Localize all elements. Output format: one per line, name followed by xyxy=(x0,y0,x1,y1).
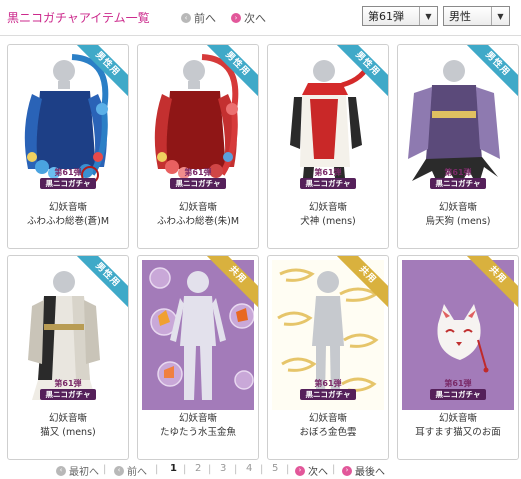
series-logo-line1: 第61弾 xyxy=(54,379,82,388)
page-number: 2 xyxy=(195,463,202,474)
pagination-separator: | xyxy=(208,464,212,475)
pagination-separator: | xyxy=(286,464,290,475)
item-series-name: 幻妖音噺 xyxy=(308,202,347,213)
chevron-right-icon: › xyxy=(295,465,305,476)
series-logo: 第61弾 黒ニコガチャ xyxy=(430,378,486,400)
series-logo-line1: 第61弾 xyxy=(444,379,472,388)
pagination-separator: | xyxy=(103,464,107,475)
header-next-link[interactable]: › 次へ xyxy=(231,10,266,26)
item-caption: 幻妖音噺 ふわふわ総巻(蒼)M xyxy=(8,201,128,229)
item-series-name: 幻妖音噺 xyxy=(178,413,217,424)
item-series-name: 幻妖音噺 xyxy=(308,413,347,424)
item-name: 猫又 (mens) xyxy=(40,427,96,438)
page-number: 5 xyxy=(272,463,279,474)
item-series-name: 幻妖音噺 xyxy=(48,413,87,424)
pagination-separator: | xyxy=(183,464,187,475)
page-title: 黒ニコガチャアイテム一覧 xyxy=(7,11,150,25)
chevron-down-icon: ▼ xyxy=(491,7,509,25)
header-divider xyxy=(0,35,521,36)
series-logo-line1: 第61弾 xyxy=(314,168,342,177)
series-logo-line2: 黒ニコガチャ xyxy=(300,389,356,400)
series-logo: 第61弾 黒ニコガチャ xyxy=(430,167,486,189)
item-card[interactable]: 第61弾 黒ニコガチャ 男性用 幻妖音噺 烏天狗 (mens) xyxy=(397,44,519,249)
item-card[interactable]: 第61弾 黒ニコガチャ 男性用 幻妖音噺 犬神 (mens) xyxy=(267,44,389,249)
item-caption: 幻妖音噺 たゆたう水玉金魚 xyxy=(138,412,258,440)
series-logo-line1: 第61弾 xyxy=(184,168,212,177)
pagination-separator: | xyxy=(155,464,159,475)
pagination-prev-label: 前へ xyxy=(127,467,147,478)
chevron-left-icon: ‹ xyxy=(181,13,191,23)
series-logo: 第61弾 黒ニコガチャ xyxy=(40,378,96,400)
item-series-name: 幻妖音噺 xyxy=(438,202,477,213)
pagination-page-4[interactable]: 4 xyxy=(246,463,252,474)
chevron-right-icon: › xyxy=(231,13,241,23)
item-name: 耳すます猫又のお面 xyxy=(415,427,501,438)
chevron-left-icon: ‹ xyxy=(56,465,66,476)
pagination-separator: | xyxy=(332,464,336,475)
series-select[interactable]: 第61弾 ▼ xyxy=(362,6,438,26)
pagination-first-link[interactable]: ‹ 最初へ xyxy=(56,463,99,478)
pagination-prev-link[interactable]: ‹ 前へ xyxy=(114,463,147,478)
series-logo-line1: 第61弾 xyxy=(444,168,472,177)
series-logo-line2: 黒ニコガチャ xyxy=(300,178,356,189)
chevron-down-icon: ▼ xyxy=(419,7,437,25)
pagination-page-3[interactable]: 3 xyxy=(220,463,226,474)
series-logo-line1: 第61弾 xyxy=(54,168,82,177)
chevron-right-icon: › xyxy=(342,465,352,476)
item-card[interactable]: 第61弾 黒ニコガチャ 男性用 幻妖音噺 ふわふわ総巻(蒼)M xyxy=(7,44,129,249)
item-card[interactable]: 共用 幻妖音噺 たゆたう水玉金魚 xyxy=(137,255,259,460)
item-card[interactable]: 第61弾 黒ニコガチャ 共用 幻妖音噺 耳すます猫又のお面 xyxy=(397,255,519,460)
page-number: 3 xyxy=(220,463,227,474)
gender-select[interactable]: 男性 ▼ xyxy=(443,6,510,26)
series-logo: 第61弾 黒ニコガチャ xyxy=(300,378,356,400)
page-number: 4 xyxy=(246,463,253,474)
item-card[interactable]: 第61弾 黒ニコガチャ 男性用 幻妖音噺 猫又 (mens) xyxy=(7,255,129,460)
series-logo-line2: 黒ニコガチャ xyxy=(40,178,96,189)
series-logo-line2: 黒ニコガチャ xyxy=(430,178,486,189)
item-series-name: 幻妖音噺 xyxy=(48,202,87,213)
item-card[interactable]: 第61弾 黒ニコガチャ 男性用 幻妖音噺 ふわふわ総巻(朱)M xyxy=(137,44,259,249)
series-logo: 第61弾 黒ニコガチャ xyxy=(170,167,226,189)
header-prev-label: 前へ xyxy=(194,12,216,25)
item-name: 烏天狗 (mens) xyxy=(425,216,491,227)
pagination-separator: | xyxy=(234,464,238,475)
chevron-left-icon: ‹ xyxy=(114,465,124,476)
item-caption: 幻妖音噺 耳すます猫又のお面 xyxy=(398,412,518,440)
pagination-last-label: 最後へ xyxy=(355,467,385,478)
series-logo-line1: 第61弾 xyxy=(314,379,342,388)
item-card[interactable]: 第61弾 黒ニコガチャ 共用 幻妖音噺 おぼろ金色雲 xyxy=(267,255,389,460)
item-series-name: 幻妖音噺 xyxy=(438,413,477,424)
pagination-page-1[interactable]: 1 xyxy=(170,463,177,474)
header: 黒ニコガチャアイテム一覧 ‹ 前へ › 次へ 第61弾 ▼ 男性 ▼ xyxy=(0,0,521,36)
pagination-page-5[interactable]: 5 xyxy=(272,463,278,474)
item-name: ふわふわ総巻(朱)M xyxy=(156,216,240,227)
pagination: ‹ 最初へ | ‹ 前へ | 1 | 2 | 3 | 4 | 5 | › 次へ … xyxy=(0,461,521,478)
item-series-name: 幻妖音噺 xyxy=(178,202,217,213)
series-logo-line2: 黒ニコガチャ xyxy=(430,389,486,400)
series-logo-line2: 黒ニコガチャ xyxy=(170,178,226,189)
item-name: 犬神 (mens) xyxy=(300,216,356,227)
item-name: ふわふわ総巻(蒼)M xyxy=(26,216,110,227)
header-next-label: 次へ xyxy=(244,12,266,25)
item-caption: 幻妖音噺 犬神 (mens) xyxy=(268,201,388,229)
series-logo: 第61弾 黒ニコガチャ xyxy=(300,167,356,189)
gender-select-value: 男性 xyxy=(449,10,471,23)
item-caption: 幻妖音噺 猫又 (mens) xyxy=(8,412,128,440)
page-number: 1 xyxy=(170,463,177,474)
pagination-next-link[interactable]: › 次へ xyxy=(295,463,328,478)
pagination-first-label: 最初へ xyxy=(69,467,99,478)
pagination-page-2[interactable]: 2 xyxy=(195,463,201,474)
series-logo-line2: 黒ニコガチャ xyxy=(40,389,96,400)
item-name: おぼろ金色雲 xyxy=(299,427,357,438)
item-name: たゆたう水玉金魚 xyxy=(159,427,236,438)
pagination-next-label: 次へ xyxy=(308,467,328,478)
header-prev-link[interactable]: ‹ 前へ xyxy=(181,10,216,26)
pagination-separator: | xyxy=(260,464,264,475)
item-caption: 幻妖音噺 烏天狗 (mens) xyxy=(398,201,518,229)
item-caption: 幻妖音噺 ふわふわ総巻(朱)M xyxy=(138,201,258,229)
pagination-last-link[interactable]: › 最後へ xyxy=(342,463,385,478)
item-caption: 幻妖音噺 おぼろ金色雲 xyxy=(268,412,388,440)
series-logo: 第61弾 黒ニコガチャ xyxy=(40,167,96,189)
series-select-value: 第61弾 xyxy=(368,10,404,23)
